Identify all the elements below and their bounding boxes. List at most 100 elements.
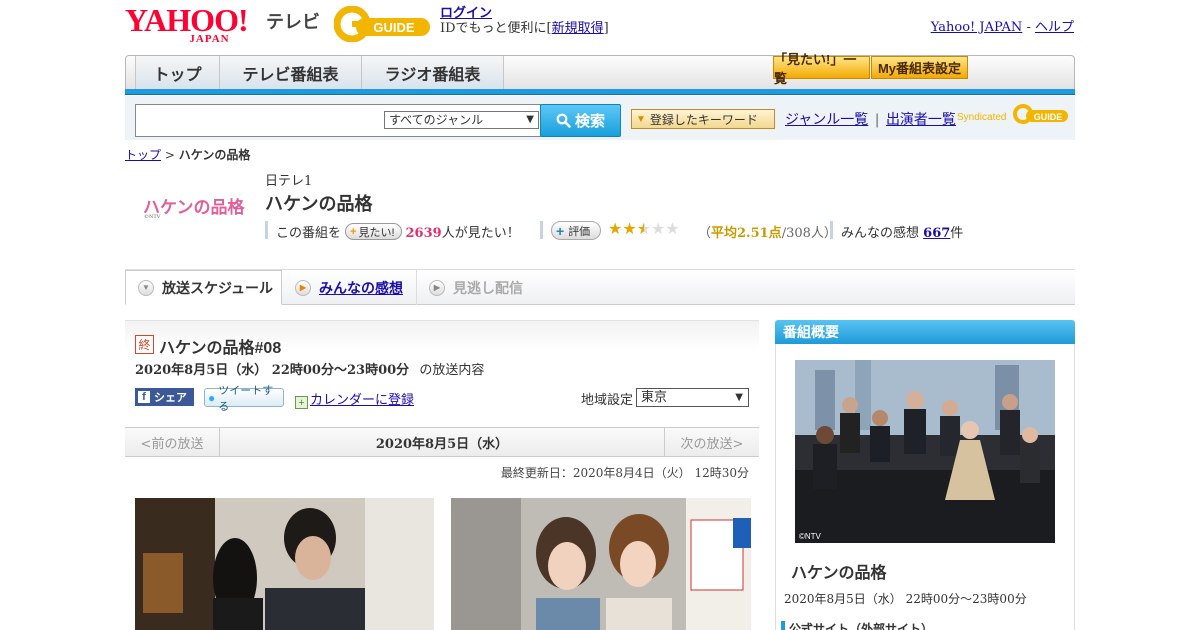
official-site-marker: [781, 621, 785, 630]
episode-time-suffix: の放送内容: [419, 363, 485, 378]
chevron-down-icon: ▼: [138, 279, 154, 296]
program-key-visual: ©NTV: [795, 360, 1055, 543]
registered-keyword-button[interactable]: ▼ 登録したキーワード: [631, 109, 775, 129]
search-button-label: 検索: [574, 113, 605, 130]
official-site-label: 公式サイト（外部サイト）: [789, 622, 934, 630]
tab-schedule[interactable]: ▼ 放送スケジュール: [125, 270, 282, 305]
genre-select-value: すべてのジャンル: [389, 113, 484, 127]
star-empty-icon: ★: [665, 219, 680, 238]
want-button-label: 見たい!: [358, 226, 395, 239]
avg-suffix: /308人）: [781, 226, 837, 241]
impressions-count-link[interactable]: 667: [923, 226, 950, 241]
nav-accent-bar: [125, 89, 1075, 95]
login-note-suffix: ]: [603, 21, 609, 36]
episode-photo-2: [451, 498, 751, 630]
avg-prefix: （: [698, 226, 712, 241]
syndicated-gguide-logo: GUIDE: [1013, 104, 1068, 124]
final-badge: 終: [135, 335, 154, 354]
tab-reviews-label: みんなの感想: [319, 279, 403, 296]
program-overview-heading: 番組概要: [775, 320, 1075, 344]
current-broadcast-date: 2020年8月5日（水）: [375, 436, 509, 452]
calendar-add-icon: +: [295, 396, 308, 409]
tweet-label: ツイートする: [218, 384, 274, 413]
impressions-suffix: 件: [950, 226, 964, 241]
nav-tab-top[interactable]: トップ: [135, 56, 220, 89]
login-note: IDでもっと便利に[: [440, 21, 552, 36]
average-rating: （平均2.51点/308人）: [698, 222, 837, 241]
breadcrumb: トップ > ハケンの品格: [125, 146, 250, 163]
search-links: ジャンル一覧 | 出演者一覧: [785, 109, 956, 129]
plus-icon: +: [350, 225, 357, 238]
cast-list-link[interactable]: 出演者一覧: [886, 112, 956, 128]
calendar-register-link[interactable]: カレンダーに登録: [310, 393, 414, 408]
previous-broadcast-link[interactable]: <前の放送: [125, 428, 220, 456]
chevron-right-icon: ▶: [295, 279, 311, 296]
genre-select[interactable]: すべてのジャンル ▼: [384, 111, 539, 129]
rating-stars: ★★★★★: [608, 219, 680, 238]
dropdown-arrow-icon: ▼: [526, 114, 534, 125]
star-filled-icon: ★: [622, 219, 637, 238]
header-links: Yahoo! JAPAN - ヘルプ: [931, 16, 1074, 35]
gguide-logo[interactable]: GUIDE: [334, 6, 432, 42]
genre-list-link[interactable]: ジャンル一覧: [785, 112, 868, 128]
syndicated-label: Syndicated: [957, 112, 1007, 123]
svg-text:GUIDE: GUIDE: [1034, 112, 1063, 122]
stat-divider: [265, 221, 268, 239]
nav-tab-radio-schedule[interactable]: ラジオ番組表: [362, 56, 504, 89]
tab-reviews[interactable]: ▶ みんなの感想: [283, 270, 417, 305]
keyword-button-label: 登録したキーワード: [649, 112, 758, 127]
want-prefix: この番組を: [276, 226, 342, 241]
facebook-share-button[interactable]: f シェア: [135, 388, 194, 406]
rate-button-label: 評価: [568, 225, 591, 238]
my-schedule-button[interactable]: My番組表設定: [871, 56, 968, 79]
dropdown-arrow-icon: ▼: [735, 392, 743, 403]
program-logo-copyright: ©NTV: [144, 214, 161, 220]
twitter-icon: ●: [208, 390, 216, 405]
want-button[interactable]: + 見たい!: [345, 223, 402, 240]
login-block: ログイン IDでもっと便利に[新規取得]: [440, 6, 609, 36]
nav-tab-tv-schedule[interactable]: テレビ番組表: [220, 56, 362, 89]
stat-divider: [830, 221, 833, 239]
episode-title: ハケンの品格#08: [159, 340, 282, 357]
search-icon: [556, 113, 571, 128]
stat-divider: [540, 221, 543, 239]
sidebar-broadcast-time: 2020年8月5日（水） 22時00分～23時00分: [784, 592, 1027, 606]
episode-photo-1: [135, 498, 434, 630]
sidebar-program-title: ハケンの品格: [791, 565, 887, 582]
impressions-label: みんなの感想: [841, 226, 920, 241]
region-select-value: 東京: [641, 390, 668, 405]
help-link[interactable]: ヘルプ: [1035, 20, 1074, 35]
key-visual-credit: ©NTV: [799, 532, 822, 541]
search-button[interactable]: 検索: [540, 104, 621, 137]
star-half-icon: ★: [636, 219, 652, 238]
breadcrumb-current: ハケンの品格: [178, 148, 251, 162]
last-updated: 最終更新日：2020年8月4日（火） 12時30分: [500, 466, 749, 480]
register-link[interactable]: 新規取得: [552, 21, 604, 36]
tab-streaming: ▶ 見逃し配信: [417, 270, 537, 305]
breadcrumb-top-link[interactable]: トップ: [125, 148, 161, 162]
tab-schedule-label: 放送スケジュール: [162, 279, 274, 296]
region-select[interactable]: 東京 ▼: [636, 388, 749, 407]
want-row: この番組を + 見たい! 2639人が見たい！: [276, 222, 520, 241]
want-list-button[interactable]: 「見たい!」一覧: [773, 52, 870, 86]
calendar-register: + カレンダーに登録: [295, 389, 414, 409]
impressions-row: みんなの感想 667件: [841, 222, 963, 241]
yahoo-japan-link[interactable]: Yahoo! JAPAN: [931, 20, 1023, 35]
program-title: ハケンの品格: [265, 194, 373, 214]
channel-name: 日テレ1: [265, 174, 313, 189]
rate-button[interactable]: + 評価: [551, 221, 601, 240]
star-empty-icon: ★: [651, 219, 666, 238]
triangle-down-icon: ▼: [636, 113, 646, 125]
next-broadcast-link[interactable]: 次の放送>: [664, 428, 759, 456]
want-suffix: 人が見たい！: [441, 226, 520, 241]
yahoo-japan-logo[interactable]: YAHOO! JAPAN: [125, 4, 249, 45]
link-divider: |: [874, 112, 880, 128]
breadcrumb-separator: >: [161, 148, 179, 162]
login-link[interactable]: ログイン: [440, 6, 492, 21]
episode-time: 2020年8月5日（水） 22時00分～23時00分 の放送内容: [135, 359, 484, 378]
tweet-button[interactable]: ● ツイートする: [204, 385, 284, 413]
tv-label[interactable]: テレビ: [266, 8, 320, 34]
tab-streaming-label: 見逃し配信: [453, 279, 523, 296]
link-separator: -: [1022, 20, 1035, 35]
chevron-right-icon: ▶: [429, 279, 445, 296]
